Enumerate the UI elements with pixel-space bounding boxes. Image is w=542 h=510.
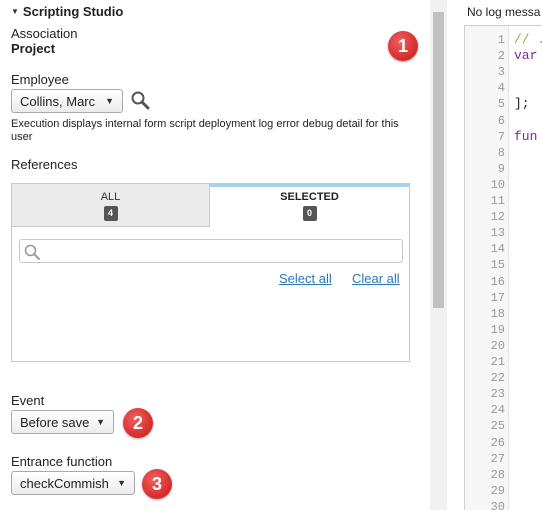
references-search-field[interactable]: [19, 239, 403, 263]
collapse-triangle-icon[interactable]: ▼: [11, 7, 19, 16]
line-number: 5: [497, 97, 505, 112]
event-label: Event: [11, 393, 45, 408]
line-number-gutter: 1 2 3 4 5 6 7 8 9 10 11 12 13 14 15 16 17 18 19 20 21 22 23 24 2…: [465, 26, 509, 510]
line-number: 2: [497, 49, 505, 64]
scripting-studio-panel: ▼ Scripting Studio Association Project 1…: [0, 0, 430, 510]
line-number: 1: [497, 33, 505, 47]
line-number: 23: [490, 387, 505, 402]
code-line[interactable]: // .: [514, 32, 542, 47]
log-and-editor-panel: No log messa 1 2 3 4 5 6 7 8 9 10 11 12 13 14 15 16 17 18…: [447, 0, 542, 510]
entrance-function-label: Entrance function: [11, 454, 113, 469]
line-number: 8: [497, 145, 505, 160]
line-number: 12: [490, 210, 505, 225]
scrollbar-thumb[interactable]: [433, 12, 444, 308]
line-number: 6: [497, 113, 505, 128]
line-number: 15: [490, 258, 505, 273]
line-number: 3: [497, 65, 505, 80]
line-number: 22: [490, 371, 505, 386]
event-select-value: Before save: [20, 414, 90, 430]
tab-all-label: ALL: [100, 191, 121, 203]
log-message: No log messa: [467, 5, 541, 19]
dropdown-arrow-icon: ▼: [105, 96, 114, 106]
line-number: 29: [490, 483, 505, 498]
callout-badge-3: 3: [142, 469, 172, 499]
association-label: Association: [11, 26, 78, 41]
line-number: 27: [490, 451, 505, 466]
association-value: Project: [11, 41, 56, 56]
line-number: 25: [490, 419, 505, 434]
line-number: 30: [490, 499, 505, 510]
references-search-input[interactable]: [44, 242, 398, 260]
code-line[interactable]: var: [514, 48, 537, 63]
code-line[interactable]: fun: [514, 129, 537, 144]
line-number: 18: [490, 306, 505, 321]
line-number: 26: [490, 435, 505, 450]
line-number: 16: [490, 274, 505, 289]
select-all-link[interactable]: Select all: [279, 271, 332, 286]
references-label: References: [11, 157, 78, 172]
event-select[interactable]: Before save ▼: [11, 410, 114, 434]
employee-help-text: Execution displays internal form script …: [11, 118, 399, 143]
clear-all-link[interactable]: Clear all: [352, 271, 400, 286]
entrance-function-select[interactable]: checkCommish ▼: [11, 471, 135, 495]
search-icon: [24, 244, 40, 260]
line-number: 4: [497, 81, 505, 96]
code-editor[interactable]: 1 2 3 4 5 6 7 8 9 10 11 12 13 14 15 16 17 18 19 20 21 22 23 24 2…: [464, 25, 542, 510]
dropdown-arrow-icon: ▼: [117, 478, 126, 488]
dropdown-arrow-icon: ▼: [96, 417, 105, 427]
tab-selected[interactable]: SELECTED 0: [210, 184, 409, 227]
line-number: 20: [490, 338, 505, 353]
callout-badge-1: 1: [388, 31, 418, 61]
line-number: 9: [497, 161, 505, 176]
tab-all[interactable]: ALL 4: [12, 184, 210, 227]
line-number: 19: [490, 322, 505, 337]
line-number: 13: [490, 226, 505, 241]
code-line[interactable]: ];: [514, 96, 530, 111]
callout-badge-2: 2: [123, 408, 153, 438]
entrance-function-select-value: checkCommish: [20, 475, 109, 491]
line-number: 24: [490, 403, 505, 418]
tab-selected-count-badge: 0: [302, 206, 317, 221]
line-number: 7: [497, 129, 505, 144]
references-box: ALL 4 SELECTED 0 Select all Clear all: [11, 183, 410, 362]
tab-selected-label: SELECTED: [280, 191, 339, 203]
section-title: Scripting Studio: [22, 4, 124, 19]
line-number: 14: [490, 242, 505, 257]
employee-label: Employee: [11, 72, 69, 87]
line-number: 11: [490, 194, 505, 208]
employee-select[interactable]: Collins, Marc ▼: [11, 89, 123, 113]
line-number: 21: [490, 355, 505, 369]
line-number: 10: [490, 177, 505, 192]
line-number: 17: [490, 290, 505, 305]
tab-all-count-badge: 4: [103, 206, 118, 221]
section-header[interactable]: ▼ Scripting Studio: [11, 4, 123, 19]
line-number: 28: [490, 467, 505, 482]
employee-search-icon[interactable]: [130, 90, 150, 110]
employee-select-value: Collins, Marc: [20, 93, 96, 109]
vertical-scrollbar[interactable]: [430, 0, 447, 510]
